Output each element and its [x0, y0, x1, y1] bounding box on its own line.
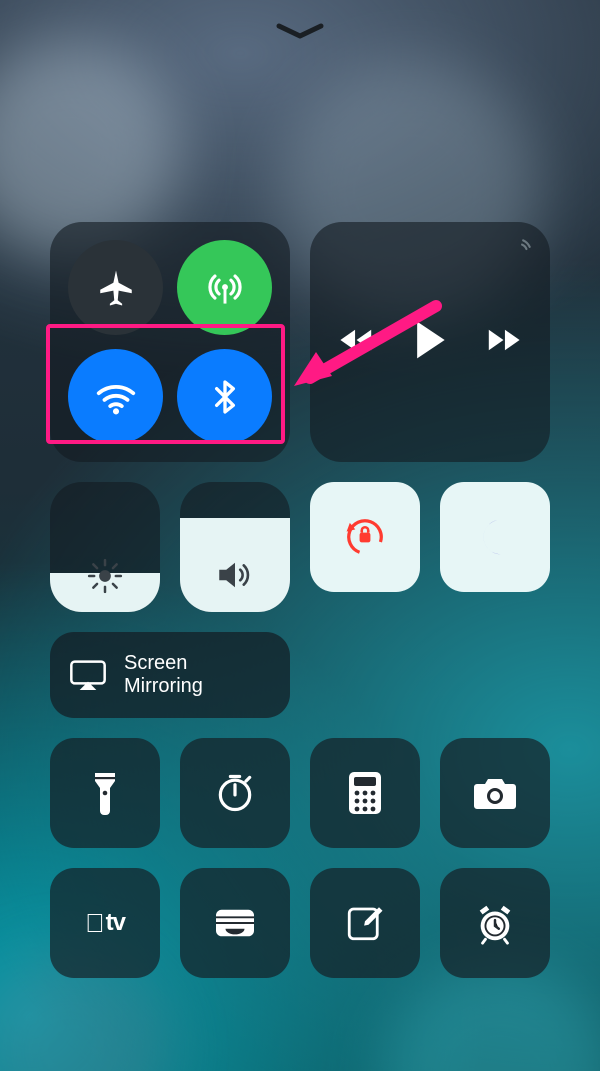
moon-icon	[472, 514, 518, 560]
apple-tv-label: tv	[106, 909, 125, 937]
rotation-lock-icon	[339, 511, 391, 563]
wifi-toggle[interactable]	[68, 349, 163, 444]
camera-icon	[471, 774, 519, 812]
apple-logo-icon: 	[85, 908, 104, 939]
toggle-pair	[310, 482, 550, 592]
bluetooth-icon	[205, 377, 245, 417]
flashlight-icon	[88, 769, 122, 817]
screen-mirroring-label: Screen Mirroring	[124, 652, 203, 698]
airplane-icon	[95, 267, 137, 309]
notes-button[interactable]	[310, 868, 420, 978]
volume-icon	[180, 554, 290, 596]
previous-track-button[interactable]	[336, 324, 380, 361]
close-chevron-icon[interactable]	[275, 22, 325, 45]
bluetooth-toggle[interactable]	[177, 349, 272, 444]
timer-icon	[213, 771, 257, 815]
wallet-icon	[212, 904, 258, 942]
alarm-clock-icon	[472, 901, 518, 945]
do-not-disturb-toggle[interactable]	[440, 482, 550, 592]
slider-pair	[50, 482, 290, 612]
volume-slider[interactable]	[180, 482, 290, 612]
brightness-icon	[50, 556, 160, 596]
wifi-icon	[93, 374, 139, 420]
calculator-icon	[347, 770, 383, 816]
airplay-audio-icon	[508, 236, 534, 267]
media-module[interactable]	[310, 222, 550, 462]
screen-mirroring-button[interactable]: Screen Mirroring	[50, 632, 290, 718]
compose-note-icon	[344, 902, 386, 944]
calculator-button[interactable]	[310, 738, 420, 848]
cellular-antenna-icon	[203, 266, 247, 310]
wallet-button[interactable]	[180, 868, 290, 978]
shortcuts-row-2: tv	[50, 868, 550, 978]
rotation-lock-toggle[interactable]	[310, 482, 420, 592]
cellular-data-toggle[interactable]	[177, 240, 272, 335]
next-track-button[interactable]	[480, 324, 524, 361]
timer-button[interactable]	[180, 738, 290, 848]
camera-button[interactable]	[440, 738, 550, 848]
airplane-mode-toggle[interactable]	[68, 240, 163, 335]
connectivity-module[interactable]	[50, 222, 290, 462]
play-button[interactable]	[410, 318, 450, 367]
screen-mirroring-icon	[68, 658, 108, 692]
shortcuts-row-1	[50, 738, 550, 848]
apple-tv-remote-button[interactable]: tv	[50, 868, 160, 978]
brightness-slider[interactable]	[50, 482, 160, 612]
flashlight-button[interactable]	[50, 738, 160, 848]
alarm-button[interactable]	[440, 868, 550, 978]
